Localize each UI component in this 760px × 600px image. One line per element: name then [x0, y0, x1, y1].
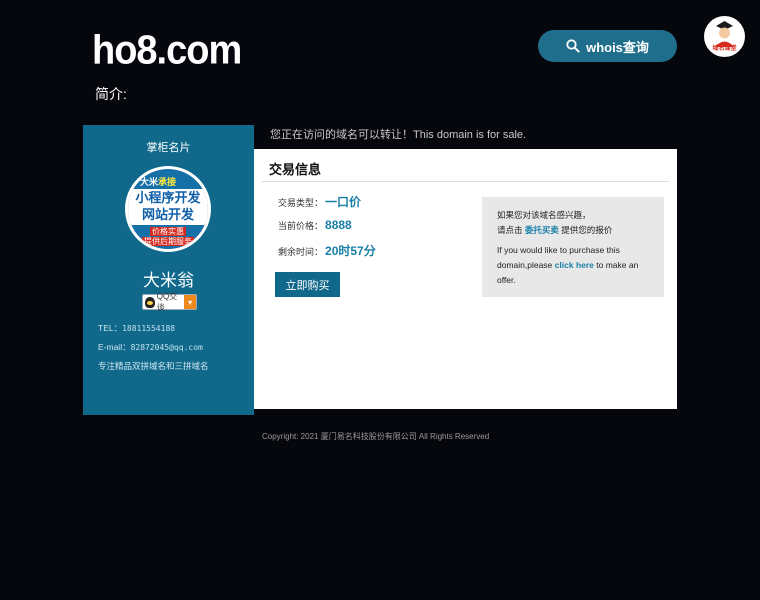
intro-label: 简介: — [95, 86, 127, 102]
seller-email: E-mail：82872045@qq.com — [98, 341, 203, 353]
seller-name: 大米翁 — [143, 271, 194, 290]
time-label: 剩余时间： — [278, 247, 324, 257]
offer-line2-pre: 请点击 — [497, 225, 523, 235]
offer-line3: If you would like to purchase this — [497, 245, 620, 255]
trade-type-label: 交易类型： — [278, 198, 324, 208]
seller-specialty: 专注精品双拼域名和三拼域名 — [98, 361, 209, 371]
tel-value: 18811554188 — [122, 324, 176, 333]
email-value: 82872045@qq.com — [130, 343, 203, 352]
badge-line1: 小程序开发 — [135, 190, 201, 205]
price-value: 8888 — [325, 218, 352, 232]
domain-class-mascot[interactable]: 域名课堂 — [704, 16, 745, 57]
seller-tel: TEL：18811554188 — [98, 322, 175, 334]
whois-button-label: whois查询 — [586, 39, 649, 55]
badge-line2: 网站开发 — [141, 207, 194, 222]
badge-accept: 承接 — [158, 177, 177, 187]
offer-line1: 如果您对该域名感兴趣， — [497, 210, 591, 220]
offer-line4-post: to make an — [596, 260, 639, 270]
card-title: 掌柜名片 — [146, 142, 191, 154]
trade-type-row: 交易类型： 一口价 — [278, 193, 361, 210]
offer-line4-pre: domain,please — [497, 260, 553, 270]
seller-badge: 大米承接 小程序开发 网站开发 价格实惠 提供后期服务 — [125, 166, 211, 252]
whois-button[interactable]: whois查询 — [538, 30, 677, 62]
copyright: Copyright: 2021 厦门易名科技股份有限公司 All Rights … — [262, 432, 490, 441]
qq-chat-button[interactable]: QQ交谈 ▾ — [142, 292, 197, 312]
buy-now-button[interactable]: 立即购买 — [275, 272, 340, 297]
search-icon — [566, 39, 580, 53]
offer-line4: domain,please click here to make an — [497, 260, 638, 270]
trade-type-value: 一口价 — [325, 195, 362, 209]
site-title: ho8.com — [92, 28, 242, 74]
offer-line5: offer. — [497, 275, 516, 285]
price-label: 当前价格： — [278, 221, 324, 231]
price-row: 当前价格： 8888 — [278, 218, 352, 232]
badge-line3: 价格实惠 — [150, 227, 186, 236]
badge-line4: 提供后期服务 — [142, 237, 194, 246]
seller-card: 掌柜名片 大米承接 小程序开发 网站开发 价格实惠 提供后期服务 大米翁 QQ交… — [83, 125, 254, 415]
email-label: E-mail： — [98, 342, 131, 352]
tel-label: TEL： — [98, 323, 123, 333]
badge-brand: 大米 — [140, 177, 159, 187]
offer-box: 如果您对该域名感兴趣， 请点击 委托买卖 提供您的报价 If you would… — [482, 197, 664, 297]
divider — [262, 181, 669, 182]
qq-icon — [145, 296, 155, 308]
entrust-link[interactable]: 委托买卖 — [525, 225, 559, 235]
offer-line2-post: 提供您的报价 — [561, 225, 613, 235]
click-here-link[interactable]: click here — [555, 260, 594, 270]
sale-notice: 您正在访问的域名可以转让！This domain is for sale. — [270, 129, 527, 141]
time-value: 20时57分 — [325, 244, 376, 258]
qq-chat-label: QQ交谈 — [156, 292, 178, 312]
chevron-down-icon: ▾ — [184, 295, 197, 309]
mascot-label: 域名课堂 — [712, 46, 737, 52]
trade-panel: 交易信息 交易类型： 一口价 当前价格： 8888 剩余时间： 20时57分 立… — [254, 149, 677, 409]
offer-line2: 请点击 委托买卖 提供您的报价 — [497, 224, 612, 236]
time-row: 剩余时间： 20时57分 — [278, 242, 376, 259]
panel-title: 交易信息 — [269, 162, 322, 177]
